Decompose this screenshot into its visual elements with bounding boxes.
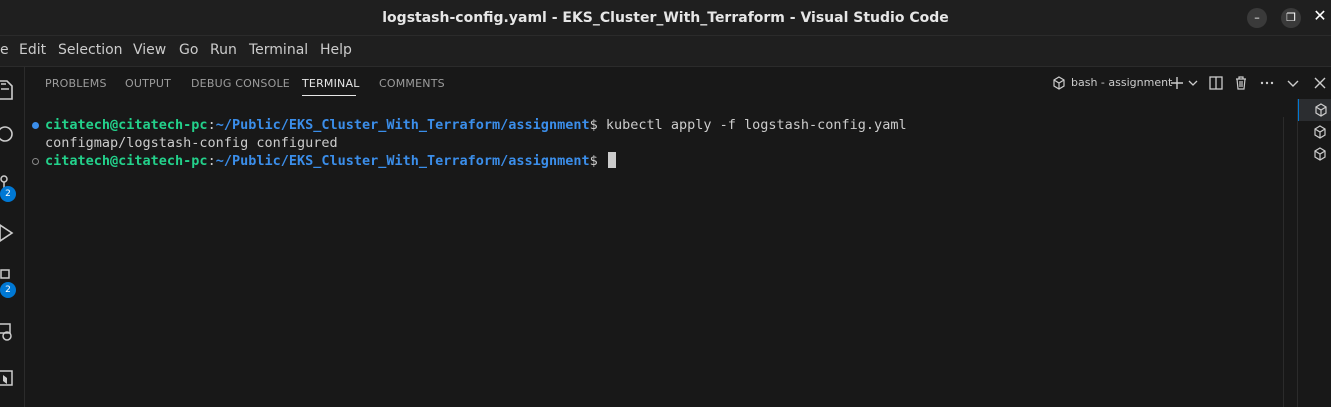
tab-terminal[interactable]: TERMINAL: [302, 77, 360, 90]
minimize-button[interactable]: –: [1247, 8, 1267, 28]
close-button[interactable]: ✕: [1310, 6, 1330, 26]
active-tab-indicator: [302, 95, 356, 96]
maximize-button[interactable]: ❐: [1281, 8, 1301, 28]
activity-bar: 2 2: [0, 67, 25, 407]
terminal-line-2: configmap/logstash-config configured: [45, 134, 338, 152]
prompt-user: citatech@citatech-pc: [45, 153, 208, 169]
terminal-tab-1[interactable]: [1298, 99, 1331, 121]
trash-icon[interactable]: [1233, 75, 1249, 91]
terminal-tab-2[interactable]: [1298, 121, 1331, 143]
terraform-icon[interactable]: [0, 365, 18, 391]
tab-output[interactable]: OUTPUT: [125, 77, 171, 90]
extensions-badge: 2: [0, 282, 16, 298]
prompt-user: citatech@citatech-pc: [45, 117, 208, 133]
search-icon[interactable]: [0, 121, 18, 147]
explorer-icon[interactable]: [0, 77, 18, 103]
menu-view[interactable]: View: [133, 42, 166, 58]
remote-explorer-icon[interactable]: [0, 319, 18, 345]
tab-comments[interactable]: COMMENTS: [379, 77, 445, 90]
terminal-shell-icon: [1314, 125, 1326, 139]
source-control-badge: 2: [0, 186, 16, 202]
terminal-shell-icon: [1315, 103, 1327, 117]
prompt-separator: :: [207, 153, 216, 169]
terminal-output[interactable]: citatech@citatech-pc:~/Public/EKS_Cluste…: [25, 99, 1283, 407]
terminal-tab-3[interactable]: [1298, 143, 1331, 165]
prompt-symbol: $: [589, 117, 598, 133]
menu-go[interactable]: Go: [179, 42, 198, 58]
title-bar: logstash-config.yaml - EKS_Cluster_With_…: [0, 0, 1331, 36]
terminal-tabs-list: [1297, 99, 1331, 407]
command-output: configmap/logstash-config configured: [45, 135, 338, 151]
command-success-dot[interactable]: [32, 122, 39, 129]
menu-help[interactable]: Help: [320, 42, 352, 58]
prompt-path: ~/Public/EKS_Cluster_With_Terraform/assi…: [215, 153, 590, 169]
prompt-path: ~/Public/EKS_Cluster_With_Terraform/assi…: [215, 117, 590, 133]
terminal-shell-icon: [1053, 76, 1065, 90]
tab-problems[interactable]: PROBLEMS: [45, 77, 107, 90]
terminal-scrollbar[interactable]: [1283, 117, 1298, 407]
close-panel-icon[interactable]: [1312, 75, 1328, 91]
menu-selection[interactable]: Selection: [58, 42, 123, 58]
menu-edit[interactable]: Edit: [19, 42, 46, 58]
prompt-separator: :: [207, 117, 216, 133]
menu-file[interactable]: e: [0, 42, 9, 58]
terminal-shell-icon: [1314, 147, 1326, 161]
window-title: logstash-config.yaml - EKS_Cluster_With_…: [382, 10, 949, 26]
command-text: [598, 153, 606, 169]
chevron-down-icon[interactable]: [1185, 75, 1201, 91]
menu-run[interactable]: Run: [210, 42, 237, 58]
terminal-cursor: [607, 152, 616, 168]
split-terminal-icon[interactable]: [1208, 75, 1224, 91]
new-terminal-icon[interactable]: [1169, 75, 1185, 91]
terminal-line-1: citatech@citatech-pc:~/Public/EKS_Cluste…: [45, 116, 907, 134]
command-text: kubectl apply -f logstash-config.yaml: [597, 117, 907, 133]
terminal-name[interactable]: bash - assignment: [1071, 76, 1172, 89]
command-pending-dot[interactable]: [32, 158, 39, 165]
run-debug-icon[interactable]: [0, 220, 18, 246]
menu-bar: e Edit Selection View Go Run Terminal He…: [0, 36, 1331, 67]
more-actions-icon[interactable]: [1259, 75, 1275, 91]
menu-terminal[interactable]: Terminal: [249, 42, 308, 58]
tab-debug-console[interactable]: DEBUG CONSOLE: [191, 77, 290, 90]
terminal-line-3: citatech@citatech-pc:~/Public/EKS_Cluste…: [45, 152, 616, 170]
prompt-symbol: $: [589, 153, 598, 169]
panel-tab-bar: PROBLEMS OUTPUT DEBUG CONSOLE TERMINAL C…: [25, 67, 1331, 99]
collapse-panel-icon[interactable]: [1285, 75, 1301, 91]
